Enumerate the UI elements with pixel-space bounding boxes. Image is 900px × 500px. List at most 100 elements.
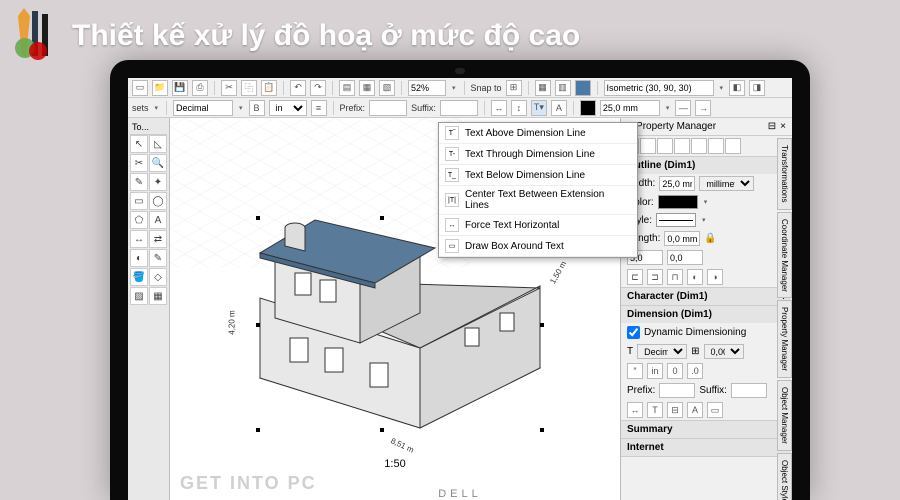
polygon-tool[interactable]: ⬠ [130, 211, 148, 229]
tab-4[interactable] [674, 138, 690, 154]
zoom-input[interactable] [408, 80, 446, 96]
menu-draw-box[interactable]: ▭Draw Box Around Text [439, 236, 637, 257]
dim-btn-4[interactable]: A [551, 100, 567, 116]
font-select[interactable] [173, 100, 233, 116]
chevron-down-icon[interactable]: ▾ [664, 104, 672, 112]
paste-button[interactable]: 📋 [261, 80, 277, 96]
lock-icon[interactable]: 🔒 [704, 233, 716, 244]
style-swatch[interactable] [656, 213, 696, 227]
tab-2[interactable] [640, 138, 656, 154]
pick-tool[interactable]: ↖ [130, 135, 148, 153]
view-btn-1[interactable]: ◧ [729, 80, 745, 96]
tool-b-button[interactable]: ▦ [359, 80, 375, 96]
length-input[interactable] [664, 231, 700, 246]
width-unit-select[interactable]: millimet... [699, 176, 754, 191]
dimension-section-head[interactable]: Dimension (Dim1) [627, 309, 712, 320]
menu-text-center[interactable]: |T|Center Text Between Extension Lines [439, 186, 637, 215]
freehand-tool[interactable]: ✎ [130, 173, 148, 191]
rect-tool[interactable]: ▭ [130, 192, 148, 210]
tab-3[interactable] [657, 138, 673, 154]
character-section-head[interactable]: Character (Dim1) [627, 291, 708, 302]
menu-text-through[interactable]: T-Text Through Dimension Line [439, 144, 637, 165]
copy-button[interactable]: ⿻ [241, 80, 257, 96]
crop-tool[interactable]: ✂ [130, 154, 148, 172]
guides-button[interactable]: ▥ [555, 80, 571, 96]
effects-tool[interactable]: ◐ [130, 249, 148, 267]
chevron-down-icon[interactable]: ▾ [702, 198, 710, 206]
new-button[interactable]: ▭ [132, 80, 148, 96]
dim-prefix-input[interactable] [659, 383, 695, 398]
ellipse-tool[interactable]: ◯ [149, 192, 167, 210]
vtab-property[interactable]: Property Manager [777, 300, 792, 378]
dim-btn-2[interactable]: ↕ [511, 100, 527, 116]
zoom-tool[interactable]: 🔍 [149, 154, 167, 172]
cap-5[interactable]: ◑ [707, 269, 723, 285]
undo-button[interactable]: ↶ [290, 80, 306, 96]
color-button[interactable] [575, 80, 591, 96]
eyedrop-tool[interactable]: ✎ [149, 249, 167, 267]
cap-1[interactable]: ⊏ [627, 269, 643, 285]
chevron-down-icon[interactable]: ▾ [237, 104, 245, 112]
connector-tool[interactable]: ⇄ [149, 230, 167, 248]
color-swatch[interactable] [658, 195, 698, 209]
chevron-down-icon[interactable]: ▾ [718, 84, 726, 92]
txt-pos-2[interactable]: T [647, 402, 663, 418]
chevron-down-icon[interactable]: ▾ [700, 216, 708, 224]
menu-text-below[interactable]: T_Text Below Dimension Line [439, 165, 637, 186]
dim-suffix-input[interactable] [731, 383, 767, 398]
grid-button[interactable]: ▦ [535, 80, 551, 96]
tab-7[interactable] [725, 138, 741, 154]
vtab-transformations[interactable]: Transformations [777, 138, 792, 210]
precision-select[interactable]: 0,00 [704, 344, 744, 359]
chevron-down-icon[interactable]: ▾ [450, 84, 458, 92]
close-icon[interactable]: × [780, 121, 786, 132]
prefix-input[interactable] [369, 100, 407, 116]
units-select[interactable]: in [269, 100, 307, 116]
txt-pos-5[interactable]: ▭ [707, 402, 723, 418]
dim-opt-3[interactable]: 0 [667, 363, 683, 379]
panel-pin-icon[interactable]: ⊟ [768, 121, 776, 132]
align-button[interactable]: ≡ [311, 100, 327, 116]
text-tool[interactable]: A [149, 211, 167, 229]
dim-opt-1[interactable]: ″ [627, 363, 643, 379]
cut-button[interactable]: ✂ [221, 80, 237, 96]
dim-opt-2[interactable]: in [647, 363, 663, 379]
dim-btn-3[interactable]: T▾ [531, 100, 547, 116]
spinner-b[interactable] [667, 250, 703, 265]
tab-5[interactable] [691, 138, 707, 154]
suffix-input[interactable] [440, 100, 478, 116]
chevron-down-icon[interactable]: ▾ [153, 104, 161, 112]
txt-pos-1[interactable]: ↔ [627, 402, 643, 418]
vtab-coordinate[interactable]: Coordinate Manager [777, 212, 792, 299]
dim-style-select[interactable]: Decimal [637, 344, 687, 359]
tool-c-button[interactable]: ▧ [379, 80, 395, 96]
shape-tool[interactable]: ◺ [149, 135, 167, 153]
bold-button[interactable]: B [249, 100, 265, 116]
dimension-tool[interactable]: ↔ [130, 230, 148, 248]
summary-section-head[interactable]: Summary [627, 424, 673, 435]
dynamic-checkbox[interactable] [627, 325, 640, 340]
arrow-style-button[interactable]: → [695, 100, 711, 116]
view-btn-2[interactable]: ◨ [749, 80, 765, 96]
line-style-button[interactable]: — [675, 100, 691, 116]
dim-opt-4[interactable]: .0 [687, 363, 703, 379]
redo-button[interactable]: ↷ [310, 80, 326, 96]
cap-3[interactable]: ⊓ [667, 269, 683, 285]
menu-text-above[interactable]: T‾Text Above Dimension Line [439, 123, 637, 144]
fill-tool[interactable]: 🪣 [130, 268, 148, 286]
snap-button[interactable]: ⊞ [506, 80, 522, 96]
txt-pos-4[interactable]: A [687, 402, 703, 418]
vtab-object-mgr[interactable]: Object Manager [777, 380, 792, 451]
size-input[interactable] [600, 100, 660, 116]
txt-pos-3[interactable]: ⊟ [667, 402, 683, 418]
menu-text-horizontal[interactable]: ↔Force Text Horizontal [439, 215, 637, 236]
transparency-tool[interactable]: ▨ [130, 287, 148, 305]
print-button[interactable]: ⎙ [192, 80, 208, 96]
mesh-tool[interactable]: ▦ [149, 287, 167, 305]
vtab-object-styles[interactable]: Object Styles [777, 453, 792, 500]
view-mode-select[interactable] [604, 80, 714, 96]
outline-tool[interactable]: ◇ [149, 268, 167, 286]
internet-section-head[interactable]: Internet [627, 442, 664, 453]
cap-4[interactable]: ◐ [687, 269, 703, 285]
smart-tool[interactable]: ✦ [149, 173, 167, 191]
